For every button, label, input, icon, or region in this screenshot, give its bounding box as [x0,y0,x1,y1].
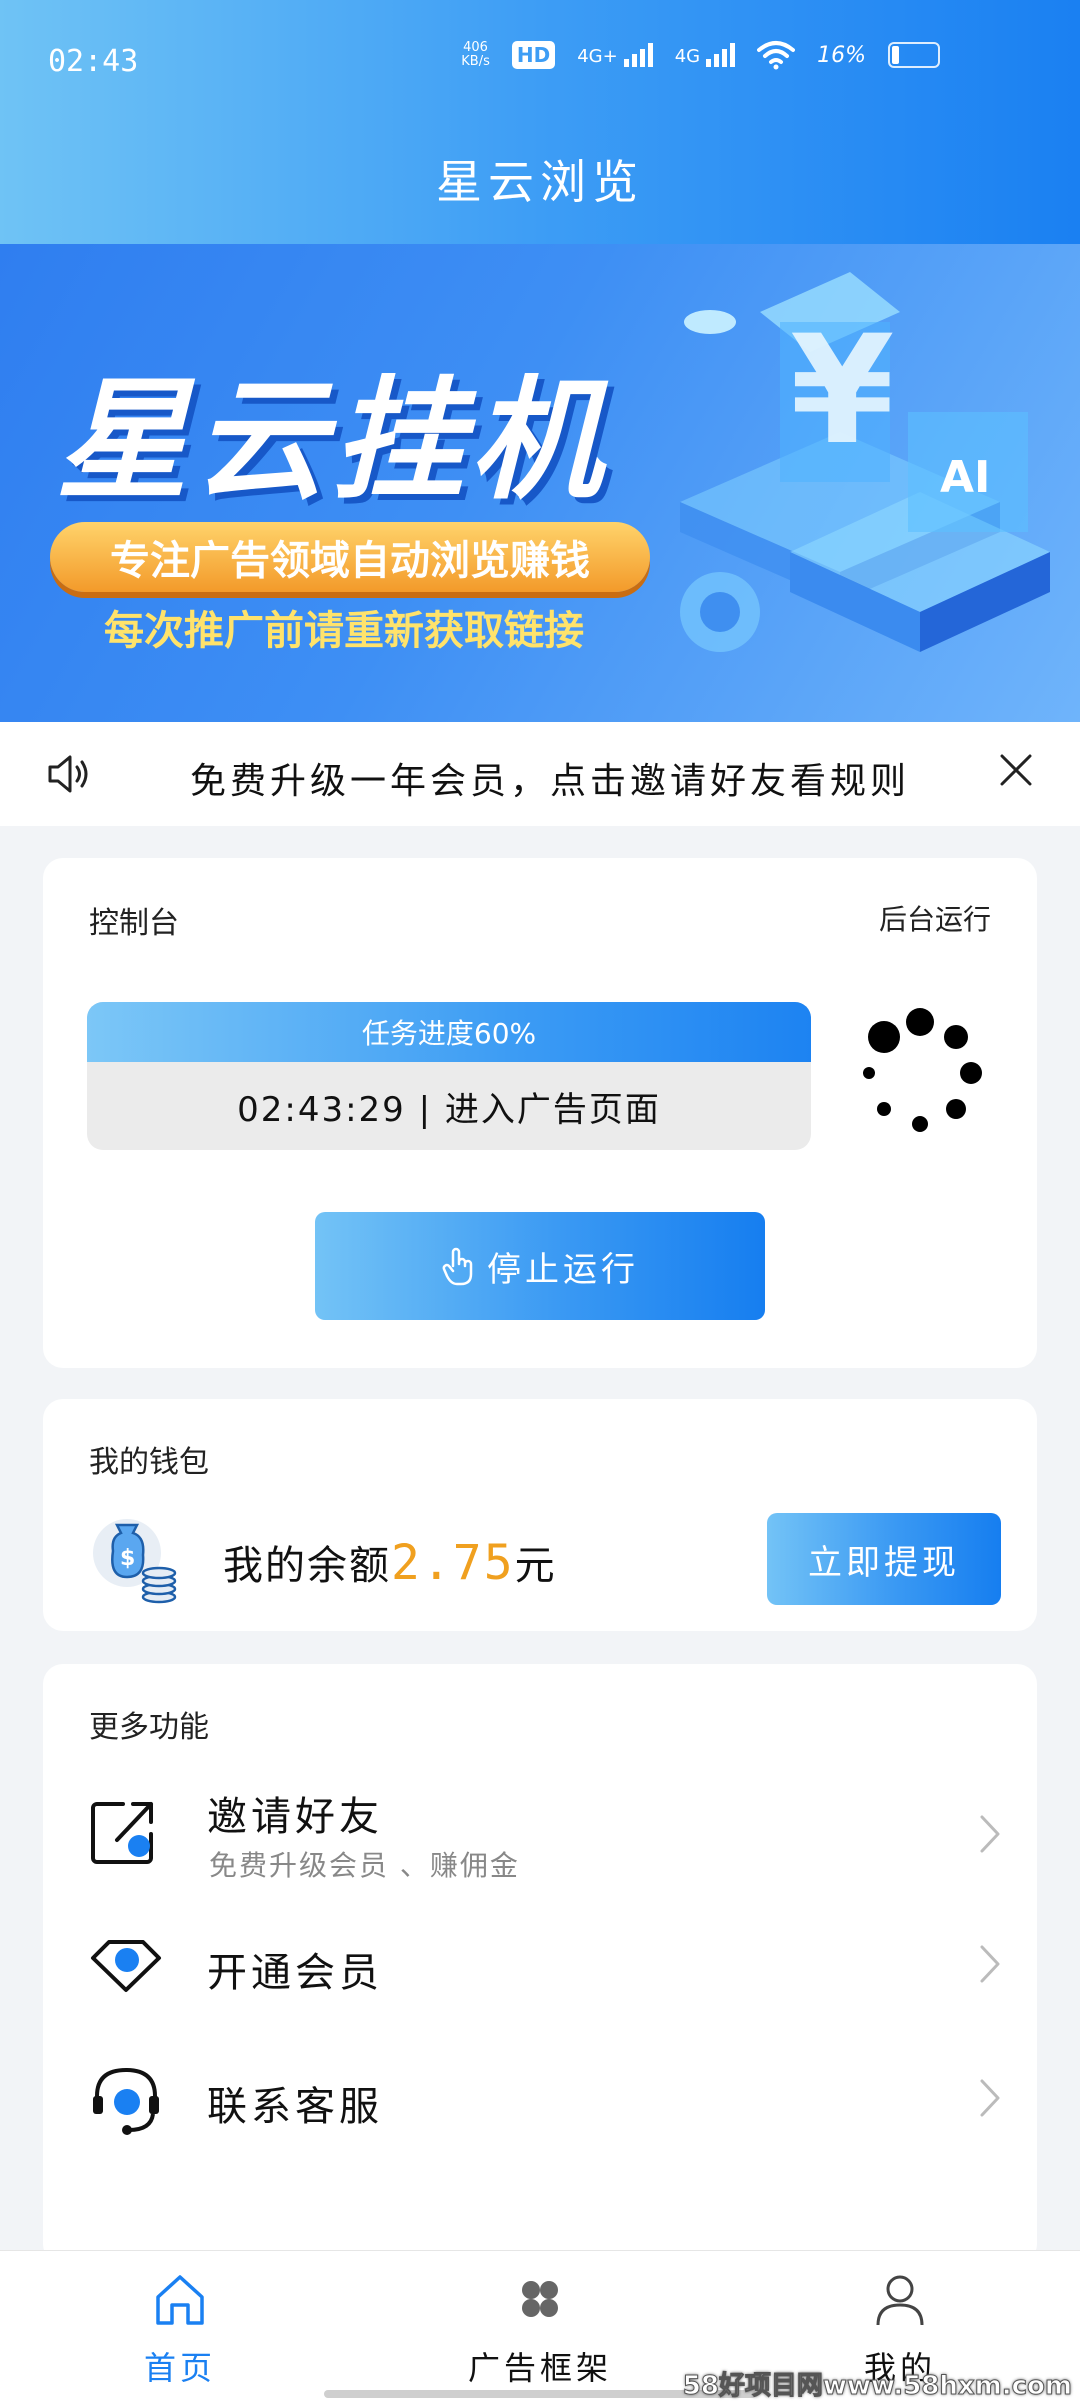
status-icons: 406 KB/s HD 4G+ 4G 16% [461,40,940,70]
console-title: 控制台 [89,906,179,941]
signal-icon-2: 4G [674,43,736,67]
stop-button[interactable]: 停止运行 [315,1212,765,1320]
svg-text:¥: ¥ [790,304,894,478]
app-header: 02:43 406 KB/s HD 4G+ 4G 16% 星云浏览 [0,0,1080,244]
network-type-2: 4G [674,46,701,67]
progress-label: 任务进度60% [87,1002,811,1062]
home-icon [156,2275,204,2325]
close-icon[interactable] [998,752,1034,788]
wifi-icon [757,41,796,70]
balance-amount: 2.75 [391,1535,515,1591]
notice-bar[interactable]: 免费升级一年会员，点击邀请好友看规则 [0,722,1080,826]
menu-item-sub: 免费升级会员 、赚佣金 [209,1849,520,1882]
nav-home[interactable]: 首页 [80,2269,280,2399]
bottom-nav: 首页 广告框架 我的 58好项目网www.58hxm.com [0,2250,1080,2408]
menu-item-label: 开通会员 [207,1950,383,1996]
status-bar: 02:43 406 KB/s HD 4G+ 4G 16% [0,0,1080,120]
loading-spinner-icon [863,1008,982,1132]
menu-item-label: 邀请好友 [207,1794,383,1840]
chevron-right-icon [980,2079,1000,2117]
battery-icon [888,42,940,68]
promo-banner[interactable]: AI ¥ 星云挂机 专注广告领域自动浏览赚钱 每次推广前请重新获取链接 [0,244,1080,722]
menu-item-vip[interactable]: 开通会员 [43,1926,1037,2046]
more-functions-card: 更多功能 邀请好友 免费升级会员 、赚佣金 开通会员 联系客服 [43,1664,1037,2264]
withdraw-button[interactable]: 立即提现 [767,1513,1001,1605]
svg-text:AI: AI [940,452,990,503]
battery-percent: 16% [817,42,866,68]
watermark: 58好项目网www.58hxm.com [682,2371,1072,2402]
balance-unit: 元 [514,1543,557,1589]
nav-label: 广告框架 [467,2349,612,2387]
chevron-right-icon [980,1815,1000,1853]
menu-item-invite[interactable]: 邀请好友 免费升级会员 、赚佣金 [43,1774,1037,1894]
nav-label: 首页 [143,2349,216,2387]
background-run-link[interactable]: 后台运行 [879,898,991,938]
status-time: 02:43 [48,44,139,79]
clover-icon [522,2281,558,2317]
banner-title: 星云挂机 [56,364,608,518]
progress-status: 02:43:29 | 进入广告页面 [237,1089,661,1130]
page-title: 星云浏览 [436,155,644,209]
console-card: 控制台 后台运行 任务进度60% 02:43:29 | 进入广告页面 停止运行 [43,858,1037,1368]
user-icon [876,2275,924,2326]
wallet-card: 我的钱包 $ 我的余额2.75元 立即提现 [43,1399,1037,1631]
menu-item-support[interactable]: 联系客服 [43,2060,1037,2180]
svg-text:$: $ [120,1546,135,1571]
nav-ad-frame[interactable]: 广告框架 [440,2269,640,2399]
banner-illustration: AI ¥ [680,272,1050,652]
wallet-title: 我的钱包 [89,1445,209,1480]
hand-pointer-icon [442,1247,473,1286]
task-progress: 任务进度60% 02:43:29 | 进入广告页面 [87,1002,811,1150]
banner-pill: 专注广告领域自动浏览赚钱 [50,522,650,592]
balance-display: 我的余额2.75元 [223,1533,557,1591]
balance-prefix: 我的余额 [223,1543,391,1589]
more-title: 更多功能 [89,1710,209,1745]
vip-diamond-icon [91,1940,161,1992]
speaker-icon [48,755,88,793]
menu-item-label: 联系客服 [207,2084,383,2130]
headset-icon [93,2067,159,2135]
money-bag-icon: $ [93,1519,177,1604]
chevron-right-icon [980,1945,1000,1983]
battery-level [892,46,899,64]
hd-voice-icon: HD [511,41,556,69]
signal-icon: 4G+ [577,43,653,67]
share-icon [91,1802,153,1864]
banner-subtitle: 每次推广前请重新获取链接 [104,608,584,654]
notice-text[interactable]: 免费升级一年会员，点击邀请好友看规则 [190,752,910,804]
net-speed: 406 KB/s [461,40,490,69]
network-type-1: 4G+ [577,46,618,67]
stop-button-label: 停止运行 [487,1249,639,1290]
